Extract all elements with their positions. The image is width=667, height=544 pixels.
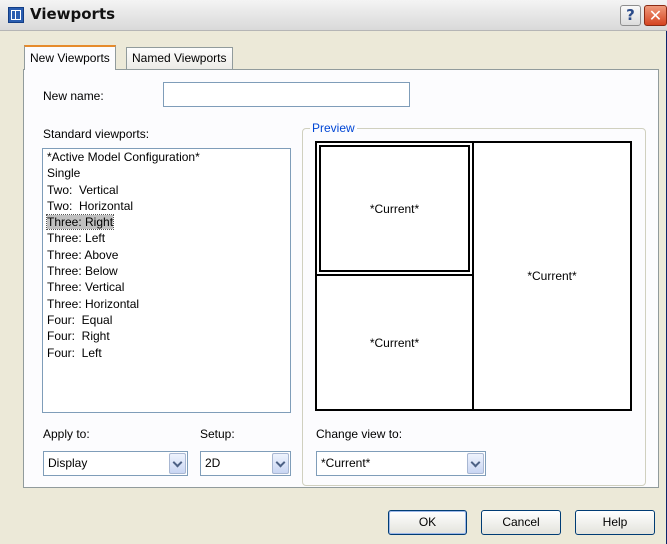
- tab-named-viewports[interactable]: Named Viewports: [126, 47, 233, 69]
- preview-pane-right[interactable]: *Current*: [474, 143, 630, 409]
- chevron-down-icon[interactable]: [272, 453, 289, 474]
- viewport-preview[interactable]: *Current* *Current* *Current*: [315, 141, 632, 411]
- list-item[interactable]: Four: Right: [43, 328, 290, 344]
- window-title: Viewports: [30, 5, 116, 23]
- list-item[interactable]: *Active Model Configuration*: [43, 149, 290, 165]
- apply-to-label: Apply to:: [43, 427, 90, 441]
- change-view-value: *Current*: [321, 456, 371, 470]
- preview-pane-top-left[interactable]: *Current*: [317, 143, 474, 276]
- change-view-label: Change view to:: [316, 427, 403, 441]
- setup-select[interactable]: 2D: [200, 451, 291, 476]
- viewports-app-icon: [8, 7, 24, 23]
- list-item-label: *Active Model Configuration*: [47, 150, 200, 164]
- standard-viewports-list[interactable]: *Active Model Configuration* Single Two: V…: [42, 148, 291, 413]
- preview-group-title: Preview: [310, 121, 357, 135]
- active-pane-highlight: [319, 145, 470, 272]
- list-item[interactable]: Three: Vertical: [43, 279, 290, 295]
- list-item-label: Three: Left: [47, 231, 106, 246]
- list-item[interactable]: Two: Horizontal: [43, 198, 290, 214]
- list-item-label: Three: Above: [47, 247, 119, 262]
- tab-new-viewports[interactable]: New Viewports: [24, 45, 116, 70]
- change-view-select[interactable]: *Current*: [316, 451, 486, 476]
- list-item[interactable]: Three: Left: [43, 230, 290, 246]
- list-item-label: Single: [47, 166, 81, 181]
- list-item[interactable]: Three: Below: [43, 263, 290, 279]
- list-item-label: Two: Horizontal: [47, 198, 134, 213]
- list-item[interactable]: Four: Equal: [43, 312, 290, 328]
- list-item-label: Four: Equal: [47, 312, 113, 327]
- apply-to-select[interactable]: Display: [43, 451, 188, 476]
- pane-label: *Current*: [527, 269, 577, 283]
- list-item[interactable]: Single: [43, 165, 290, 181]
- list-item-label: Three: Vertical: [47, 280, 125, 295]
- ok-button[interactable]: OK: [388, 510, 467, 535]
- list-item-label: Four: Right: [47, 329, 110, 344]
- list-item-label: Four: Left: [47, 345, 102, 360]
- setup-label: Setup:: [200, 427, 235, 441]
- new-name-input[interactable]: [163, 82, 410, 107]
- list-item[interactable]: Three: Horizontal: [43, 296, 290, 312]
- title-bar[interactable]: Viewports ? ✕: [0, 0, 667, 31]
- list-item[interactable]: Four: Left: [43, 345, 290, 361]
- preview-pane-bottom-left[interactable]: *Current*: [317, 276, 474, 409]
- list-item-label: Three: Below: [47, 264, 118, 279]
- chevron-down-icon[interactable]: [467, 453, 484, 474]
- new-name-label: New name:: [43, 89, 104, 103]
- apply-to-value: Display: [48, 456, 88, 470]
- viewports-dialog: Viewports ? ✕ New Viewports Named Viewpo…: [0, 0, 667, 544]
- list-item[interactable]: Three: Right: [43, 214, 290, 231]
- list-item[interactable]: Two: Vertical: [43, 182, 290, 198]
- list-item-label: Two: Vertical: [47, 182, 119, 197]
- setup-value: 2D: [205, 456, 221, 470]
- help-title-button[interactable]: ?: [620, 5, 641, 26]
- list-item[interactable]: Three: Above: [43, 247, 290, 263]
- pane-label: *Current*: [369, 335, 420, 350]
- close-button[interactable]: ✕: [644, 5, 667, 26]
- chevron-down-icon[interactable]: [169, 453, 186, 474]
- help-button[interactable]: Help: [575, 510, 655, 535]
- cancel-button[interactable]: Cancel: [481, 510, 561, 535]
- list-item-label: Three: Horizontal: [47, 296, 140, 311]
- list-item-label: Three: Right: [45, 214, 115, 231]
- standard-viewports-label: Standard viewports:: [43, 127, 150, 141]
